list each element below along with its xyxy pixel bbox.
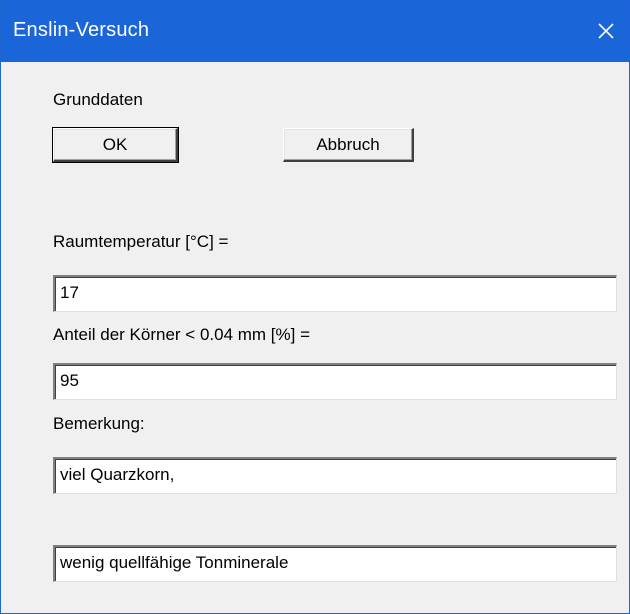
remark-label: Bemerkung: — [53, 414, 145, 433]
cancel-button[interactable]: Abbruch — [283, 128, 414, 162]
room-temperature-input[interactable]: 17 — [53, 275, 617, 312]
close-icon — [598, 23, 614, 39]
window-title: Enslin-Versuch — [13, 19, 150, 41]
remark-input-line-2[interactable]: wenig quellfähige Tonminerale — [53, 545, 617, 582]
dialog-window: Enslin-Versuch Grunddaten OK Abbruch Rau… — [0, 0, 630, 614]
remark-input-line-1[interactable]: viel Quarzkorn, — [53, 457, 617, 494]
section-heading: Grunddaten — [53, 90, 143, 109]
ok-button[interactable]: OK — [52, 127, 179, 163]
title-bar: Enslin-Versuch — [1, 0, 629, 62]
close-button[interactable] — [583, 0, 629, 62]
grain-share-input[interactable]: 95 — [53, 363, 617, 400]
grain-share-label: Anteil der Körner < 0.04 mm [%] = — [53, 325, 311, 344]
room-temperature-label: Raumtemperatur [°C] = — [53, 232, 229, 251]
